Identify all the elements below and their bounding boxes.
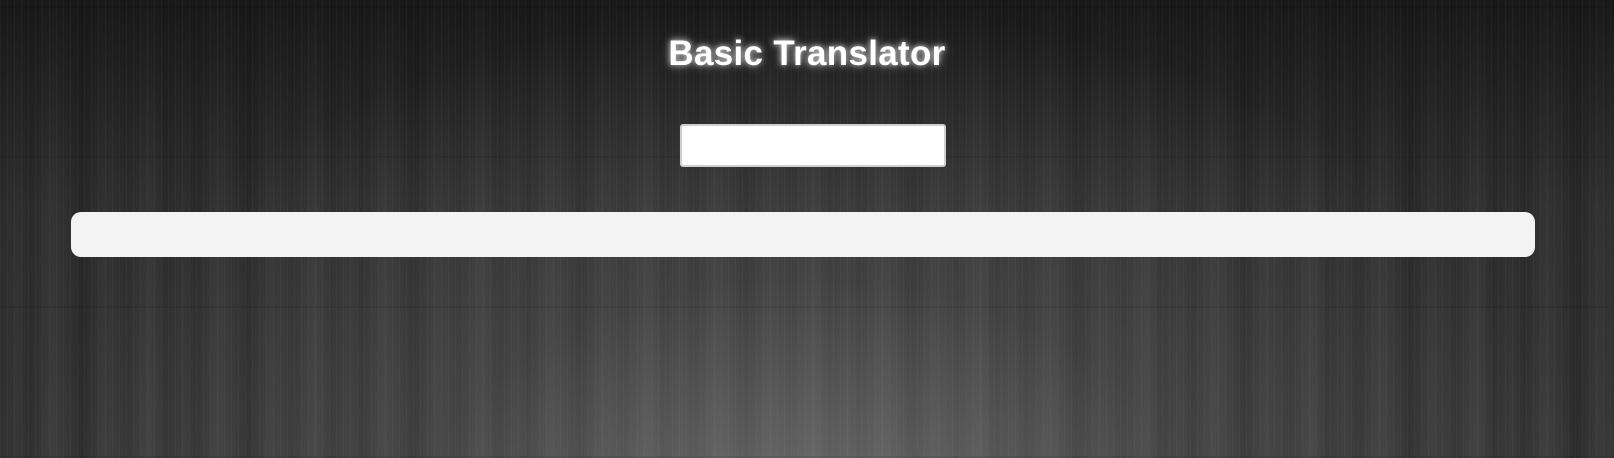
input-container <box>680 124 946 167</box>
translate-input[interactable] <box>680 124 946 167</box>
translation-output <box>71 212 1535 257</box>
page-title: Basic Translator <box>668 34 946 73</box>
